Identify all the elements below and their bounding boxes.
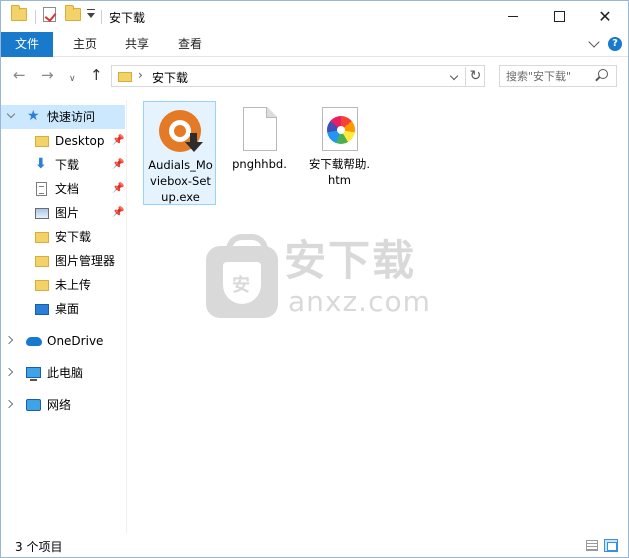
watermark-bag-icon: 安 xyxy=(206,234,278,318)
folder-icon xyxy=(118,72,132,82)
customize-toolbar-dropdown-icon[interactable] xyxy=(87,9,95,18)
forward-button[interactable]: → xyxy=(41,67,54,83)
breadcrumb-separator[interactable]: › xyxy=(138,68,143,82)
tab-home[interactable]: 主页 xyxy=(59,32,111,57)
title-bar: 安下载 ✕ xyxy=(1,1,628,32)
ribbon-tabs: 文件 主页 共享 查看 ? xyxy=(1,32,628,57)
star-icon: ★ xyxy=(27,108,40,124)
tab-file[interactable]: 文件 xyxy=(1,32,54,57)
file-name: Audials_Moviebox-Setup.exe xyxy=(148,158,213,204)
pin-icon[interactable]: 📌 xyxy=(112,135,124,147)
search-input[interactable] xyxy=(500,66,595,86)
address-bar[interactable]: › 安下载 xyxy=(111,65,485,87)
pin-icon[interactable]: 📌 xyxy=(112,159,124,171)
minimize-button[interactable] xyxy=(490,1,536,32)
search-icon[interactable] xyxy=(598,69,608,79)
close-button[interactable]: ✕ xyxy=(582,1,628,32)
folder-icon xyxy=(35,232,49,243)
watermark-badge: 安 xyxy=(232,275,250,296)
chevron-down-icon[interactable] xyxy=(6,109,16,119)
sidebar-item-documents[interactable]: 文档 📌 xyxy=(1,177,125,201)
watermark: 安 安下载 anxz.com xyxy=(206,234,436,326)
sidebar-item-network[interactable]: 网络 xyxy=(1,393,125,417)
sidebar-item-label: 图片 xyxy=(55,206,80,220)
explorer-window: 安下载 ✕ 文件 主页 共享 查看 ? ← → ∨ ↑ › 安下载 ↻ 搜索"安… xyxy=(0,0,629,558)
help-icon[interactable]: ? xyxy=(608,37,622,51)
sidebar-item-image-manager-folder[interactable]: 图片管理器 xyxy=(1,249,125,273)
status-bar: 3 个项目 xyxy=(1,533,628,557)
watermark-text: 安下载 xyxy=(284,236,417,285)
toolbar-divider xyxy=(35,10,36,24)
large-icons-view-icon[interactable] xyxy=(604,539,618,552)
file-name: pnghhbd. xyxy=(232,157,287,171)
item-count: 3 个项目 xyxy=(15,540,63,554)
up-button[interactable]: ↑ xyxy=(90,67,103,83)
pin-icon[interactable]: 📌 xyxy=(112,183,124,195)
sidebar-item-onedrive[interactable]: OneDrive xyxy=(1,329,125,353)
folder-icon xyxy=(35,256,49,267)
sidebar-item-label: 此电脑 xyxy=(47,366,84,380)
chevron-right-icon[interactable] xyxy=(4,335,14,345)
refresh-button[interactable]: ↻ xyxy=(465,67,485,87)
chevron-right-icon[interactable] xyxy=(4,399,14,409)
pin-icon[interactable]: 📌 xyxy=(112,207,124,219)
sidebar-item-label: 未上传 xyxy=(55,278,92,292)
sidebar-item-label: 图片管理器 xyxy=(55,254,116,268)
breadcrumb-current[interactable]: 安下载 xyxy=(152,69,188,86)
watermark-subtext: anxz.com xyxy=(288,285,431,318)
sidebar-item-anxz-folder[interactable]: 安下载 xyxy=(1,225,125,249)
properties-icon[interactable] xyxy=(43,7,56,22)
maximize-button[interactable] xyxy=(536,1,582,32)
this-pc-icon xyxy=(26,367,41,381)
tab-view[interactable]: 查看 xyxy=(164,32,216,57)
network-icon xyxy=(26,399,41,411)
sidebar-item-label: 快速访问 xyxy=(47,110,96,124)
new-folder-icon[interactable] xyxy=(65,5,81,21)
sidebar-item-label: 文档 xyxy=(55,182,80,196)
back-button[interactable]: ← xyxy=(13,67,26,83)
sidebar-item-downloads[interactable]: ⬇ 下载 📌 xyxy=(1,153,125,177)
address-dropdown-icon[interactable] xyxy=(449,71,459,81)
sidebar-item-label: Desktop xyxy=(55,134,105,148)
sidebar-item-this-pc[interactable]: 此电脑 xyxy=(1,361,125,385)
sidebar-item-pictures[interactable]: 图片 📌 xyxy=(1,201,125,225)
sidebar-item-label: OneDrive xyxy=(47,334,104,348)
sidebar-item-label: 网络 xyxy=(47,398,72,412)
file-name: 安下载帮助.htm xyxy=(308,157,371,187)
chevron-right-icon[interactable] xyxy=(4,367,14,377)
folder-icon xyxy=(35,280,49,291)
sidebar-item-label: 桌面 xyxy=(55,302,80,316)
sidebar-item-not-uploaded-folder[interactable]: 未上传 xyxy=(1,273,125,297)
blank-file-icon xyxy=(242,107,277,151)
htm-file-icon xyxy=(321,107,358,151)
file-item-audials-setup[interactable]: Audials_Moviebox-Setup.exe xyxy=(143,101,216,205)
details-view-icon[interactable] xyxy=(586,540,598,551)
sidebar-item-desktop-folder[interactable]: Desktop 📌 xyxy=(1,129,125,153)
onedrive-icon xyxy=(26,337,42,346)
file-item-pnghhbd[interactable]: pnghhbd. xyxy=(223,101,296,205)
sidebar-item-label: 安下载 xyxy=(55,230,92,244)
expand-ribbon-icon[interactable] xyxy=(588,36,600,48)
document-icon xyxy=(36,182,47,196)
navigation-bar: ← → ∨ ↑ › 安下载 ↻ xyxy=(1,58,628,94)
recent-locations-button[interactable]: ∨ xyxy=(69,71,76,87)
sidebar-item-desktop[interactable]: 桌面 xyxy=(1,297,125,321)
search-box[interactable] xyxy=(499,65,617,87)
audials-exe-icon xyxy=(156,107,204,155)
pictures-icon xyxy=(35,208,49,219)
navigation-pane: ★ 快速访问 Desktop 📌 ⬇ 下载 📌 文档 📌 图片 📌 安下载 图片… xyxy=(1,100,126,533)
sidebar-item-quick-access[interactable]: ★ 快速访问 xyxy=(1,105,125,129)
download-icon: ⬇ xyxy=(35,156,47,172)
tab-share[interactable]: 共享 xyxy=(111,32,163,57)
sidebar-item-label: 下载 xyxy=(55,158,80,172)
desktop-icon xyxy=(35,304,49,315)
toolbar-divider xyxy=(101,10,102,24)
folder-icon xyxy=(35,136,49,147)
folder-icon xyxy=(11,5,27,21)
window-title: 安下载 xyxy=(109,11,146,25)
file-item-help-htm[interactable]: 安下载帮助.htm xyxy=(303,101,376,205)
